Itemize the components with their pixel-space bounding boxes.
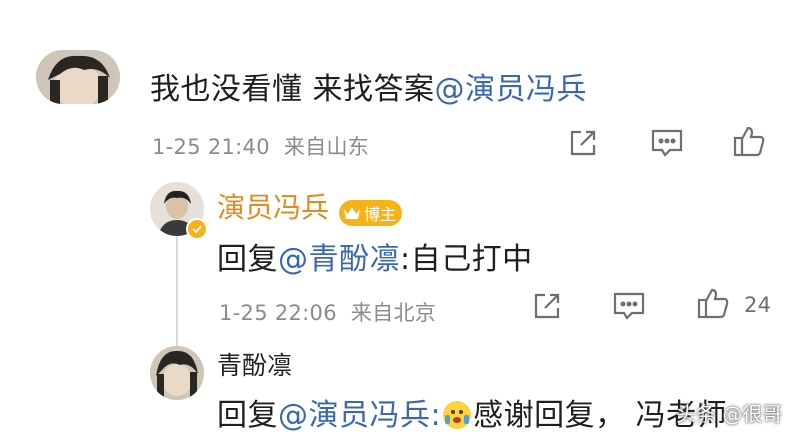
reply1-source: 来自北京 — [350, 301, 437, 325]
like-icon — [733, 126, 765, 157]
comment-button[interactable] — [650, 126, 684, 160]
reply1-meta: 1-25 22:06 来自北京 — [219, 297, 436, 327]
share-icon — [534, 293, 560, 319]
like-button[interactable] — [696, 286, 730, 320]
comment-text: 我也没看懂 来找答案@演员冯兵 — [150, 64, 587, 108]
reply1-body: :自己打中 — [400, 242, 533, 277]
blogger-badge: 博主 — [339, 199, 403, 226]
comment-time: 1-25 21:40 — [152, 135, 270, 159]
reply1-text: 回复@青酚凛:自己打中 — [217, 234, 533, 278]
mention-link[interactable]: @演员冯兵 — [435, 72, 588, 107]
share-button[interactable] — [530, 289, 564, 323]
comment-icon — [651, 129, 683, 157]
badge-label: 博主 — [364, 204, 397, 224]
comment-meta: 1-25 21:40 来自山东 — [152, 131, 369, 161]
mention-link[interactable]: @演员冯兵: — [278, 398, 441, 433]
mention-link[interactable]: @青酚凛 — [278, 242, 400, 277]
comment-body: 我也没看懂 来找答案 — [150, 72, 435, 107]
watermark: 头条 @很哥 — [676, 402, 783, 426]
share-icon — [570, 130, 596, 156]
like-button[interactable] — [732, 124, 766, 158]
verified-icon — [186, 218, 208, 240]
reply1-time: 1-25 22:06 — [219, 301, 337, 325]
comment-icon — [613, 292, 645, 320]
avatar[interactable] — [36, 50, 120, 104]
comment-button[interactable] — [612, 289, 646, 323]
like-count: 24 — [744, 293, 772, 317]
emoji-icon — [443, 401, 472, 429]
reply2-text: 回复@演员冯兵: 感谢回复， 冯老师 — [217, 390, 727, 434]
reply2-prefix: 回复 — [217, 398, 278, 433]
share-button[interactable] — [566, 126, 600, 160]
avatar[interactable] — [150, 346, 204, 400]
like-icon — [697, 288, 729, 319]
author-header: 演员冯兵 博主 — [217, 186, 403, 226]
author-username[interactable]: 演员冯兵 — [217, 191, 329, 224]
reply1-prefix: 回复 — [217, 242, 278, 277]
crown-icon — [344, 206, 361, 219]
comment-source: 来自山东 — [283, 135, 370, 159]
reply2-username[interactable]: 青酚凛 — [217, 346, 292, 382]
